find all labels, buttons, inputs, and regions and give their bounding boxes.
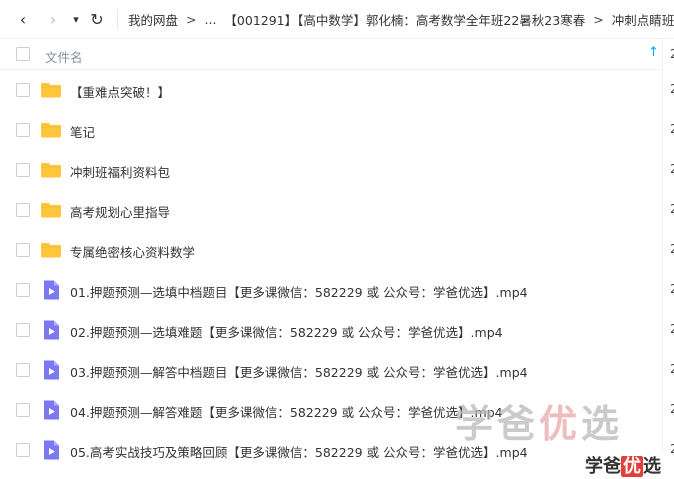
file-row[interactable]: 02.押题预测—选填难题【更多课微信：582229 或 公众号：学爸优选】.mp… bbox=[0, 310, 674, 350]
folder-icon bbox=[40, 199, 62, 221]
folder-row[interactable]: 高考规划心里指导 2 bbox=[0, 190, 674, 230]
file-row[interactable]: 03.押题预测—解答中档题目【更多课微信：582229 或 公众号：学爸优选】.… bbox=[0, 350, 674, 390]
folder-row[interactable]: 专属绝密核心资料数学 2 bbox=[0, 230, 674, 270]
file-name[interactable]: 02.押题预测—选填难题【更多课微信：582229 或 公众号：学爸优选】.mp… bbox=[70, 322, 503, 341]
breadcrumb-item-my-drive[interactable]: 我的网盘 bbox=[128, 10, 178, 29]
row-checkbox[interactable] bbox=[16, 443, 30, 457]
file-name[interactable]: 04.押题预测—解答难题【更多课微信：582229 或 公众号：学爸优选】.mp… bbox=[70, 402, 503, 421]
select-all-checkbox[interactable] bbox=[16, 47, 30, 61]
modified-time-truncated: 2 bbox=[670, 282, 674, 296]
breadcrumb-item-ellipsis[interactable]: ... bbox=[205, 12, 217, 27]
chevron-left-icon: ‹ bbox=[19, 9, 27, 29]
file-name[interactable]: 冲刺班福利资料包 bbox=[70, 162, 170, 181]
watermark-text: 学爸 bbox=[455, 402, 540, 446]
breadcrumb-separator: > bbox=[593, 11, 604, 27]
sort-ascending-icon[interactable]: ↑ bbox=[648, 45, 659, 60]
modified-time-truncated: 2 bbox=[670, 402, 674, 416]
refresh-icon: ↻ bbox=[90, 9, 104, 29]
file-list-header: 文件名 ↑ bbox=[0, 39, 662, 70]
folder-row[interactable]: 【重难点突破！】 2 bbox=[0, 70, 674, 110]
back-button[interactable]: ‹ bbox=[14, 9, 32, 29]
file-name[interactable]: 高考规划心里指导 bbox=[70, 202, 170, 221]
column-header-filename[interactable]: 文件名 bbox=[45, 47, 83, 66]
breadcrumb: 我的网盘 > ... 【001291】【高中数学】郭化楠：高考数学全年班22暑秋… bbox=[128, 0, 674, 38]
video-file-icon bbox=[40, 319, 62, 341]
modified-time-truncated: 2 bbox=[670, 122, 674, 136]
row-checkbox[interactable] bbox=[16, 283, 30, 297]
watermark-accent-text: 优 bbox=[621, 456, 643, 477]
file-name[interactable]: 01.押题预测—选填中档题目【更多课微信：582229 或 公众号：学爸优选】.… bbox=[70, 282, 528, 301]
breadcrumb-separator: > bbox=[186, 11, 197, 27]
modified-time-truncated: 2 bbox=[670, 322, 674, 336]
folder-row[interactable]: 笔记 2 bbox=[0, 110, 674, 150]
row-checkbox[interactable] bbox=[16, 203, 30, 217]
column-divider bbox=[662, 38, 663, 479]
watermark-accent-text: 优 bbox=[539, 402, 582, 446]
file-row[interactable]: 01.押题预测—选填中档题目【更多课微信：582229 或 公众号：学爸优选】.… bbox=[0, 270, 674, 310]
row-checkbox[interactable] bbox=[16, 243, 30, 257]
folder-icon bbox=[40, 239, 62, 261]
watermark-text: 选 bbox=[643, 456, 661, 477]
row-checkbox[interactable] bbox=[16, 83, 30, 97]
modified-time-truncated: 2 bbox=[670, 362, 674, 376]
file-name[interactable]: 【重难点突破！】 bbox=[70, 82, 170, 101]
file-name[interactable]: 03.押题预测—解答中档题目【更多课微信：582229 或 公众号：学爸优选】.… bbox=[70, 362, 528, 381]
watermark-large: 学爸优选 bbox=[455, 393, 623, 448]
watermark-small: 学爸优选 bbox=[582, 452, 664, 478]
row-checkbox[interactable] bbox=[16, 363, 30, 377]
column-header-modified-truncated: 2 bbox=[670, 47, 674, 61]
row-checkbox[interactable] bbox=[16, 163, 30, 177]
modified-time-truncated: 2 bbox=[670, 82, 674, 96]
breadcrumb-item-course[interactable]: 【001291】【高中数学】郭化楠：高考数学全年班22暑秋23寒春 bbox=[224, 10, 585, 29]
folder-icon bbox=[40, 159, 62, 181]
caret-down-icon: ▾ bbox=[73, 12, 79, 26]
video-file-icon bbox=[40, 359, 62, 381]
modified-time-truncated: 2 bbox=[670, 242, 674, 256]
chevron-right-icon: › bbox=[49, 9, 57, 29]
video-file-icon bbox=[40, 279, 62, 301]
watermark-text: 选 bbox=[581, 402, 624, 446]
row-checkbox[interactable] bbox=[16, 123, 30, 137]
folder-icon bbox=[40, 119, 62, 141]
watermark-text: 学爸 bbox=[585, 456, 621, 477]
modified-time-truncated: 2 bbox=[670, 162, 674, 176]
file-name[interactable]: 笔记 bbox=[70, 122, 95, 141]
folder-icon bbox=[40, 79, 62, 101]
video-file-icon bbox=[40, 399, 62, 421]
toolbar: ‹ › ▾ ↻ 我的网盘 > ... 【001291】【高中数学】郭化楠：高考数… bbox=[0, 0, 674, 39]
toolbar-divider bbox=[117, 9, 118, 29]
modified-time-truncated: 2 bbox=[670, 202, 674, 216]
breadcrumb-item-current[interactable]: 冲刺点睛班 bbox=[612, 10, 674, 29]
folder-row[interactable]: 冲刺班福利资料包 2 bbox=[0, 150, 674, 190]
modified-time-truncated: 2 bbox=[670, 442, 674, 456]
row-checkbox[interactable] bbox=[16, 323, 30, 337]
forward-button[interactable]: › bbox=[44, 9, 62, 29]
row-checkbox[interactable] bbox=[16, 403, 30, 417]
video-file-icon bbox=[40, 439, 62, 461]
file-name[interactable]: 专属绝密核心资料数学 bbox=[70, 242, 195, 261]
history-dropdown-button[interactable]: ▾ bbox=[67, 10, 85, 28]
refresh-button[interactable]: ↻ bbox=[88, 9, 106, 29]
